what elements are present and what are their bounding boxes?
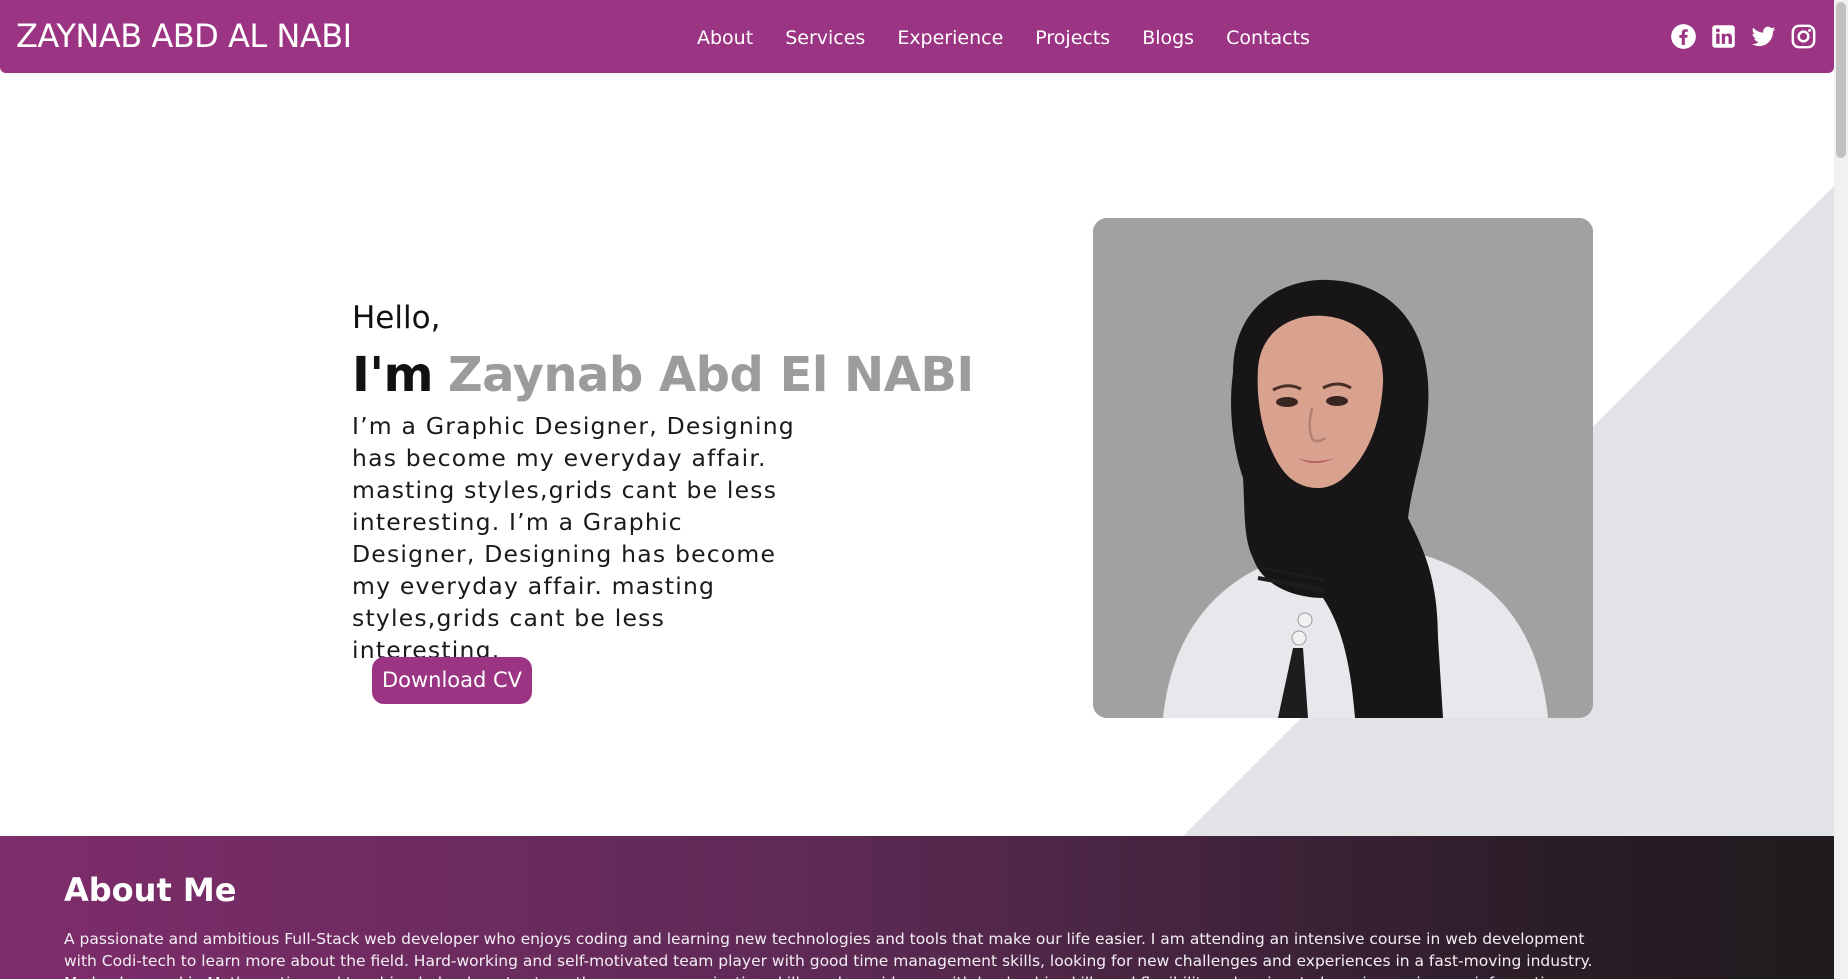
- nav-link-blogs[interactable]: Blogs: [1142, 25, 1194, 51]
- about-section: About Me A passionate and ambitious Full…: [0, 836, 1834, 979]
- nav-link-services[interactable]: Services: [785, 25, 865, 51]
- hero-im: I'm: [352, 347, 434, 403]
- navbar: ZAYNAB ABD AL NABI About Services Experi…: [0, 0, 1834, 73]
- scrollbar-thumb[interactable]: [1836, 2, 1846, 158]
- hero-bio: I’m a Graphic Designer, Designing has be…: [352, 412, 795, 664]
- linkedin-icon[interactable]: [1710, 23, 1737, 50]
- hero-greeting: Hello,: [352, 300, 441, 336]
- instagram-icon[interactable]: [1790, 23, 1817, 50]
- hero-name: Zaynab Abd El NABI: [447, 347, 974, 403]
- nav-link-contacts[interactable]: Contacts: [1226, 25, 1310, 51]
- twitter-icon[interactable]: [1750, 23, 1777, 50]
- hero-headline: I'm Zaynab Abd El NABI: [352, 345, 974, 405]
- portrait-illustration: [1093, 218, 1593, 718]
- profile-photo: [1093, 218, 1593, 718]
- nav-link-experience[interactable]: Experience: [897, 25, 1003, 51]
- about-text: A passionate and ambitious Full-Stack we…: [64, 930, 1593, 979]
- nav-menu: About Services Experience Projects Blogs…: [697, 24, 1310, 52]
- page: ZAYNAB ABD AL NABI About Services Experi…: [0, 0, 1848, 979]
- download-cv-button[interactable]: Download CV: [372, 657, 532, 704]
- facebook-icon[interactable]: [1670, 23, 1697, 50]
- brand-logo[interactable]: ZAYNAB ABD AL NABI: [16, 17, 352, 55]
- nav-link-about[interactable]: About: [697, 25, 753, 51]
- nav-link-projects[interactable]: Projects: [1035, 25, 1110, 51]
- about-title: About Me: [64, 871, 237, 909]
- social-links: [1670, 22, 1817, 50]
